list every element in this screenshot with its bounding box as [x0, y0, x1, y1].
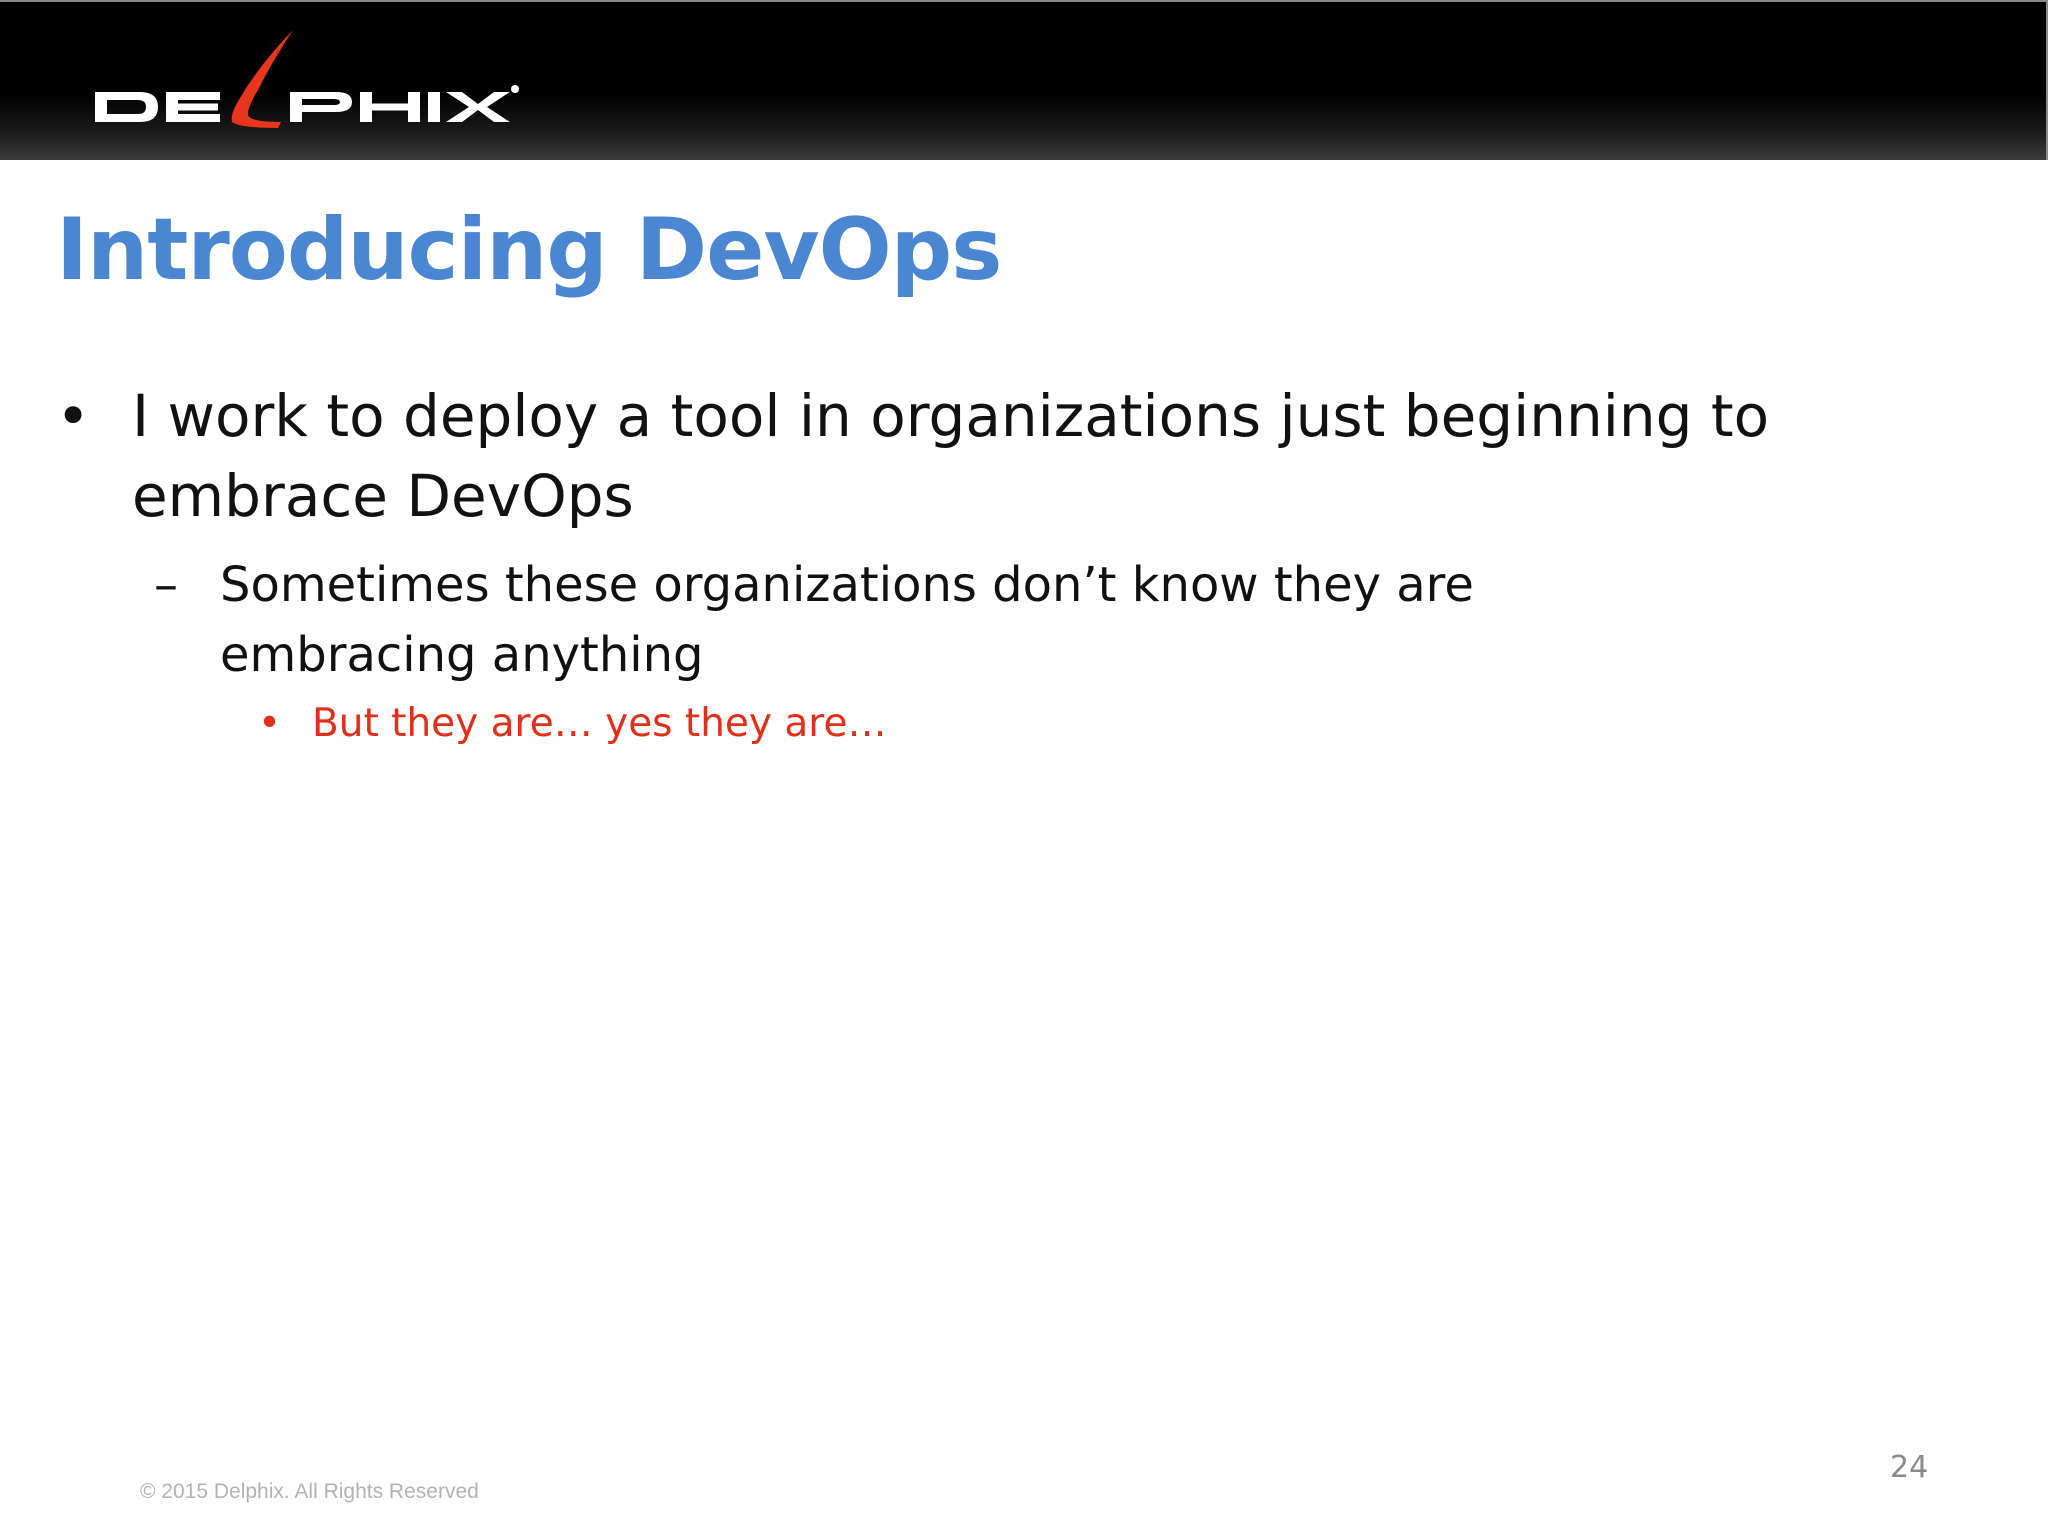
page-number: 24 [1890, 1450, 1929, 1485]
copyright-footer: © 2015 Delphix. All Rights Reserved [140, 1480, 479, 1503]
slide-title: Introducing DevOps [56, 200, 1002, 300]
dash-marker: – [154, 557, 178, 613]
delphix-logo [95, 30, 519, 128]
highlight-text: But they are… yes they are… [312, 701, 887, 746]
bullet-text: I work to deploy a tool in organizations… [132, 382, 1770, 530]
sub-bullet-text: Sometimes these organizations don’t know… [220, 557, 1474, 683]
slide: Introducing DevOps • I work to deploy a … [0, 0, 2048, 1536]
bullet-marker: • [258, 701, 282, 746]
bullet-marker: • [56, 382, 91, 450]
header-banner [0, 0, 2048, 160]
